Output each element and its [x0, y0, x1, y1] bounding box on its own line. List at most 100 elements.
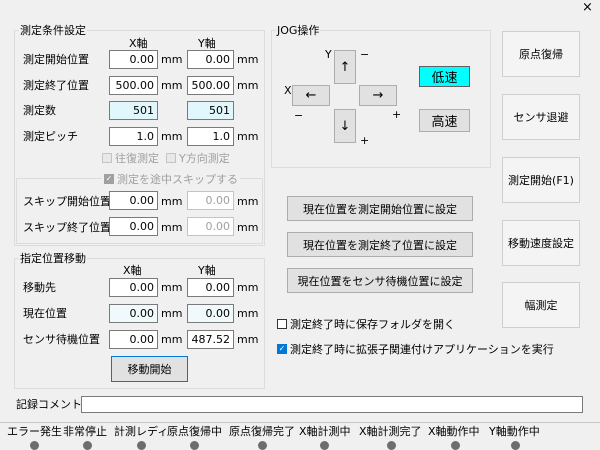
checkbox-box: [166, 153, 176, 163]
status-ready-led: [137, 441, 146, 450]
record-comment-input[interactable]: [81, 396, 583, 413]
reciprocal-checkbox[interactable]: 往復測定: [102, 150, 159, 166]
close-icon[interactable]: ×: [582, 1, 593, 15]
current-position-label: 現在位置: [23, 307, 67, 320]
end-position-y-unit: mm: [237, 79, 259, 92]
skip-start-x-input[interactable]: 0.00: [109, 191, 158, 210]
end-position-x-input[interactable]: 500.00: [109, 76, 158, 95]
sensor-retract-button[interactable]: センサ退避: [502, 94, 580, 140]
measure-condition-title: 測定条件設定: [19, 24, 87, 37]
current-position-x-unit: mm: [161, 307, 183, 320]
start-position-y-unit: mm: [237, 53, 259, 66]
move-target-y-unit: mm: [237, 281, 259, 294]
jog-x-label: X: [284, 84, 292, 97]
high-speed-button[interactable]: 高速: [419, 109, 470, 132]
status-y-moving: Y軸動作中: [489, 425, 540, 438]
skip-start-y-unit: mm: [237, 195, 259, 208]
sensor-standby-y-unit: mm: [237, 333, 259, 346]
end-position-x-unit: mm: [161, 79, 183, 92]
status-homing-led: [190, 441, 199, 450]
status-x-measuring-led: [320, 441, 329, 450]
measure-count-x-input: 501: [109, 101, 158, 120]
status-homing: 原点復帰中: [167, 425, 222, 438]
start-position-x-unit: mm: [161, 53, 183, 66]
jog-title: JOG操作: [276, 24, 321, 37]
record-comment-label: 記録コメント:: [16, 398, 86, 411]
measure-pitch-y-input[interactable]: 1.0: [187, 127, 234, 146]
run-associated-app-checkbox[interactable]: ✓ 測定終了時に拡張子関連付けアプリケーションを実行: [277, 341, 554, 357]
sensor-standby-y-input[interactable]: 487.52: [187, 330, 234, 349]
set-start-position-button[interactable]: 現在位置を測定開始位置に設定: [287, 196, 473, 221]
set-end-position-button[interactable]: 現在位置を測定終了位置に設定: [287, 232, 473, 257]
open-save-folder-label: 測定終了時に保存フォルダを開く: [290, 318, 455, 331]
jog-x-minus-label: −: [294, 109, 304, 122]
arrow-left-icon: ←: [305, 88, 317, 103]
arrow-up-icon: ↑: [339, 59, 351, 75]
status-x-measure-done: X軸計測完了: [359, 425, 422, 438]
status-emergency-stop: 非常停止: [63, 425, 107, 438]
low-speed-button[interactable]: 低速: [419, 66, 470, 87]
status-error: エラー発生: [7, 425, 62, 438]
move-header-x-axis: X軸: [123, 264, 142, 277]
y-direction-checkbox-label: Y方向測定: [179, 152, 230, 165]
end-position-label: 測定終了位置: [23, 79, 89, 92]
jog-y-minus-label: −: [360, 48, 370, 61]
jog-y-plus-label: +: [360, 134, 370, 147]
measure-start-button[interactable]: 測定開始(F1): [502, 157, 580, 203]
skip-end-x-input[interactable]: 0.00: [109, 217, 158, 236]
end-position-y-input[interactable]: 500.00: [187, 76, 234, 95]
jog-x-right-button[interactable]: →: [359, 85, 397, 106]
measure-pitch-x-unit: mm: [161, 130, 183, 143]
jog-y-label: Y: [325, 48, 332, 61]
header-x-axis: X軸: [129, 37, 148, 50]
sensor-standby-label: センサ待機位置: [23, 333, 100, 346]
width-measure-button[interactable]: 幅測定: [502, 282, 580, 328]
skip-end-x-unit: mm: [161, 221, 183, 234]
move-title: 指定位置移動: [19, 252, 87, 265]
arrow-down-icon: ↓: [339, 118, 351, 134]
current-position-x-value: 0.00: [109, 304, 158, 323]
y-direction-checkbox[interactable]: Y方向測定: [166, 150, 230, 166]
move-target-label: 移動先: [23, 281, 56, 294]
jog-y-down-button[interactable]: ↓: [334, 109, 356, 143]
jog-x-left-button[interactable]: ←: [292, 85, 330, 106]
origin-return-button[interactable]: 原点復帰: [502, 31, 580, 77]
jog-y-up-button[interactable]: ↑: [334, 50, 356, 84]
start-position-x-input[interactable]: 0.00: [109, 50, 158, 69]
move-target-x-input[interactable]: 0.00: [109, 278, 158, 297]
measure-count-label: 測定数: [23, 104, 56, 117]
checkbox-box: [277, 319, 287, 329]
skip-end-y-unit: mm: [237, 221, 259, 234]
move-target-y-input[interactable]: 0.00: [187, 278, 234, 297]
status-error-led: [30, 441, 39, 450]
checkbox-box: ✓: [104, 174, 114, 184]
status-homing-done-led: [258, 441, 267, 450]
skip-start-label: スキップ開始位置: [23, 195, 111, 208]
skip-start-x-unit: mm: [161, 195, 183, 208]
status-x-measuring: X軸計測中: [299, 425, 351, 438]
checkbox-checked-box: ✓: [277, 344, 287, 354]
checkbox-box: [102, 153, 112, 163]
header-y-axis: Y軸: [198, 37, 216, 50]
status-y-moving-led: [511, 441, 520, 450]
start-position-y-input[interactable]: 0.00: [187, 50, 234, 69]
status-homing-done: 原点復帰完了: [229, 425, 295, 438]
move-header-y-axis: Y軸: [198, 264, 216, 277]
measure-pitch-x-input[interactable]: 1.0: [109, 127, 158, 146]
move-speed-setting-button[interactable]: 移動速度設定: [502, 220, 580, 266]
skip-checkbox[interactable]: ✓ 測定を途中スキップする: [102, 171, 240, 187]
measure-pitch-y-unit: mm: [237, 130, 259, 143]
set-sensor-position-button[interactable]: 現在位置をセンサ待機位置に設定: [287, 268, 473, 293]
move-start-button[interactable]: 移動開始: [111, 356, 188, 382]
skip-end-y-input: 0.00: [187, 217, 234, 236]
move-target-x-unit: mm: [161, 281, 183, 294]
status-emergency-stop-led: [83, 441, 92, 450]
open-save-folder-checkbox[interactable]: 測定終了時に保存フォルダを開く: [277, 316, 455, 332]
run-associated-app-label: 測定終了時に拡張子関連付けアプリケーションを実行: [290, 343, 554, 356]
status-ready: 計測レディ: [114, 425, 169, 438]
measure-count-y-input: 501: [187, 101, 234, 120]
status-x-moving-led: [451, 441, 460, 450]
sensor-standby-x-input[interactable]: 0.00: [109, 330, 158, 349]
status-x-measure-done-led: [387, 441, 396, 450]
skip-checkbox-label: 測定を途中スキップする: [117, 173, 238, 186]
